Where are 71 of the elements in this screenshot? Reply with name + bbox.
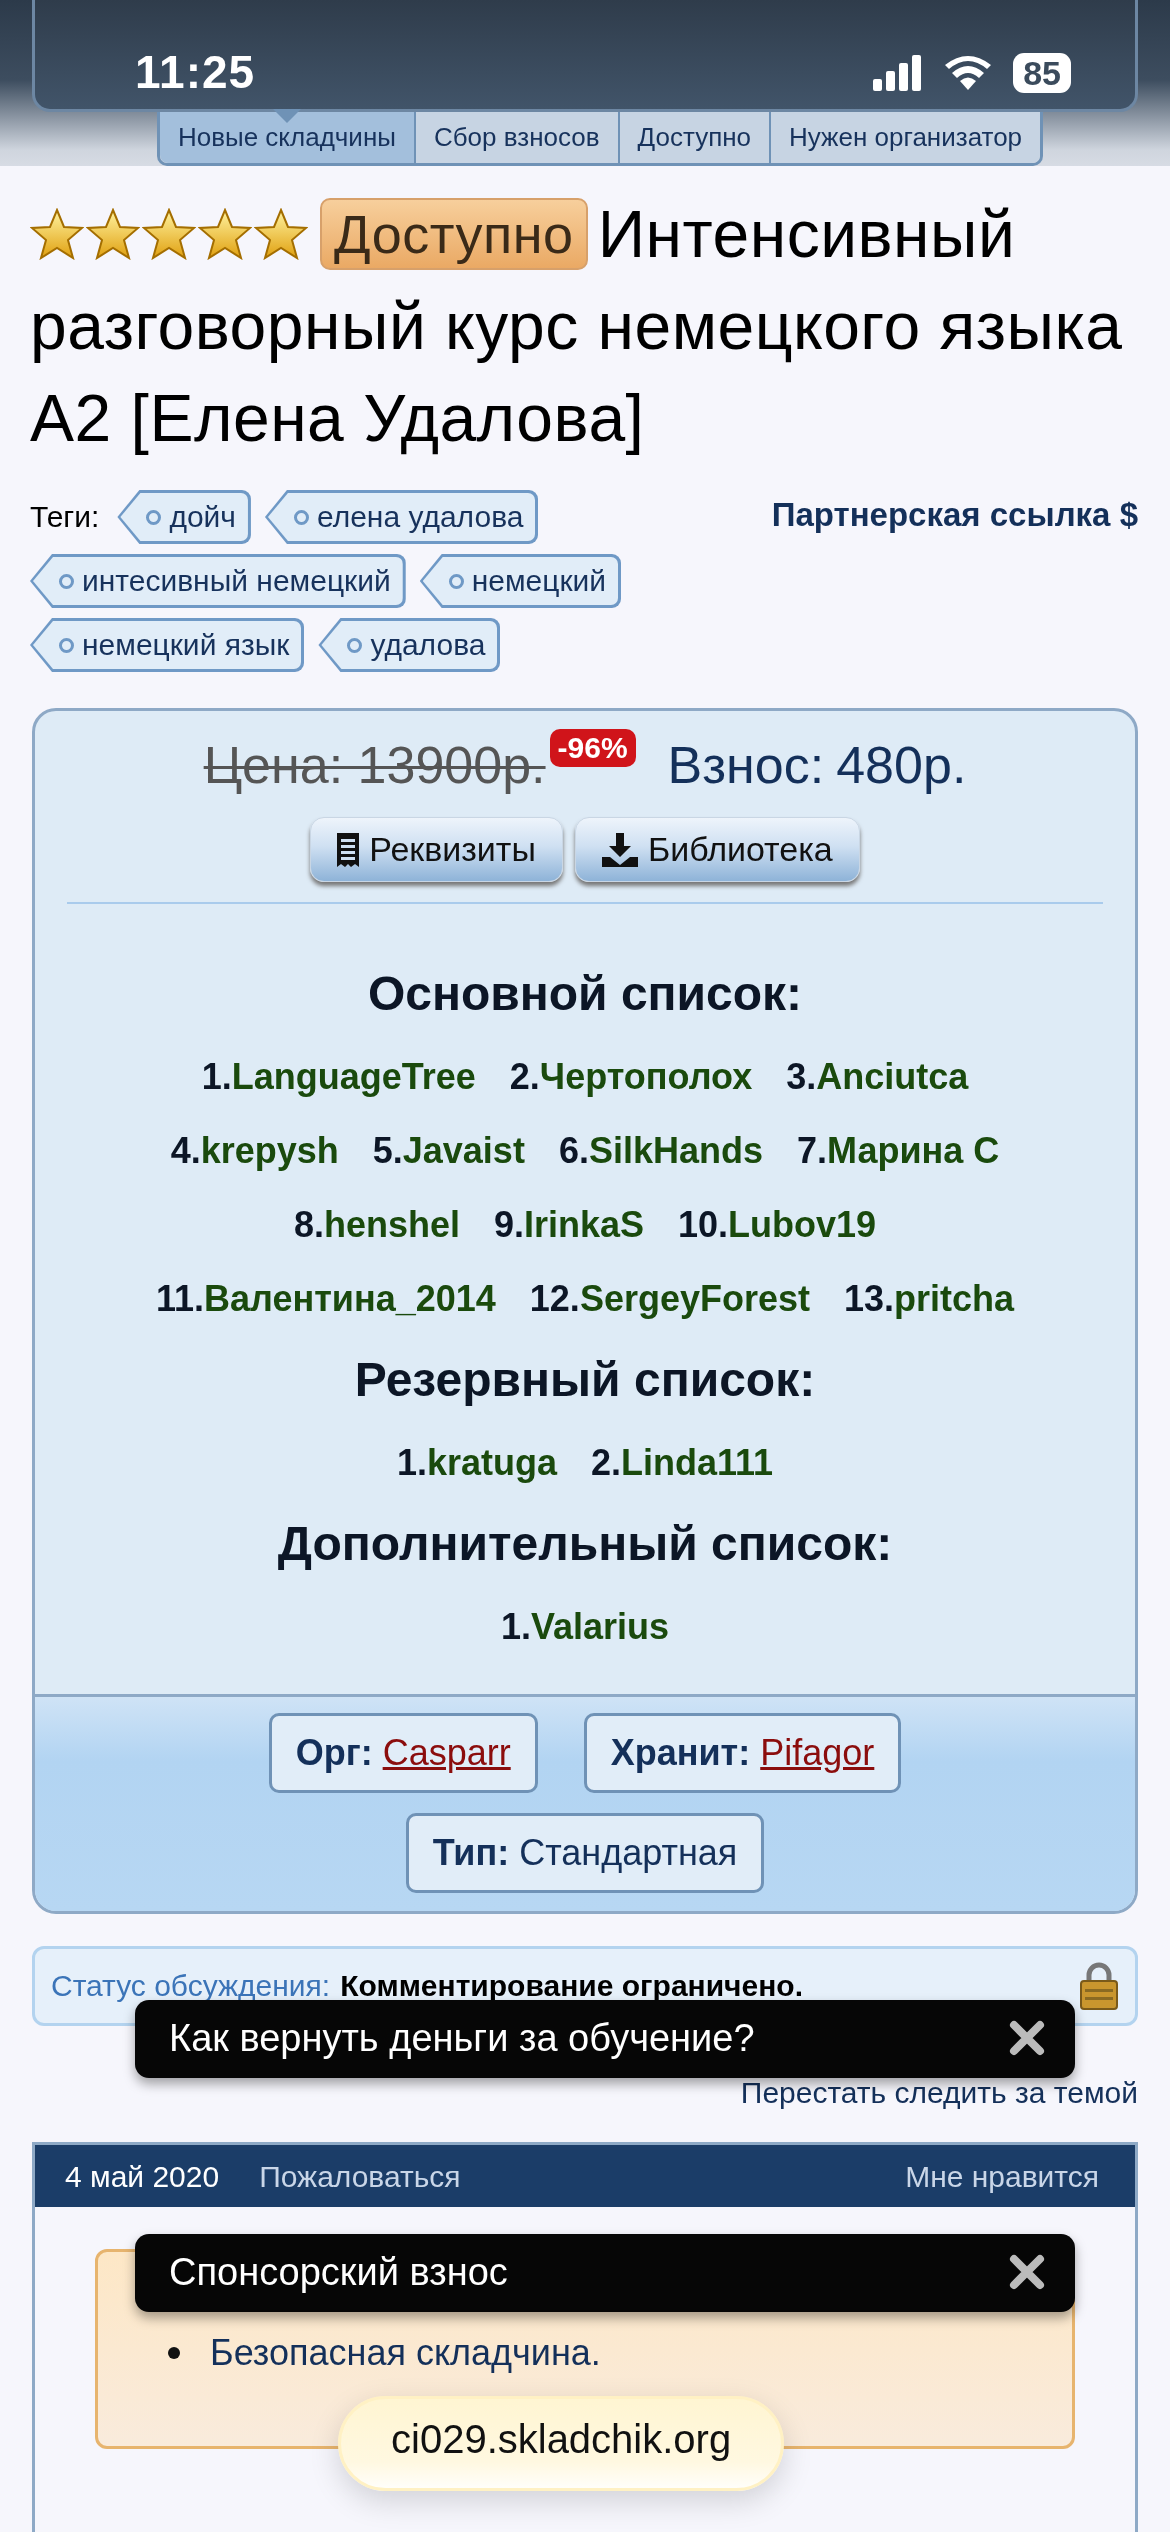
status-value: Комментирование ограничено.	[340, 1969, 804, 2003]
status-label: Статус обсуждения:	[51, 1969, 331, 2003]
contribution-label: Взнос:	[667, 735, 825, 795]
member-link[interactable]: 10.Lubov19	[678, 1204, 877, 1246]
member-link[interactable]: 2.Чертополох	[509, 1056, 753, 1098]
discount-badge: -96%	[549, 729, 636, 767]
address-bar[interactable]: ci029.skladchik.org	[338, 2396, 785, 2491]
member-link[interactable]: 7.Марина С	[797, 1130, 1000, 1172]
member-link[interactable]: 2.Linda111	[590, 1442, 774, 1484]
member-link[interactable]: 6.SilkHands	[558, 1130, 763, 1172]
details-button[interactable]: Реквизиты	[310, 817, 563, 882]
like-link[interactable]: Мне нравится	[905, 2159, 1099, 2195]
close-icon[interactable]	[1009, 2020, 1045, 2056]
type-value: Стандартная	[519, 1832, 738, 1873]
list-heading: Резервный список:	[353, 1352, 817, 1408]
toast-text: Спонсорский взнос	[169, 2250, 509, 2294]
star-icon	[142, 208, 196, 260]
tag[interactable]: удалова	[318, 618, 501, 672]
member-link[interactable]: 1.kratuga	[396, 1442, 557, 1484]
user-link[interactable]: Pifagor	[760, 1732, 875, 1773]
partner-link[interactable]: Партнерская ссылка $	[771, 490, 1138, 672]
contribution-amount: 480р.	[836, 735, 967, 795]
nav-tab[interactable]: Нужен организатор	[769, 112, 1041, 163]
close-icon[interactable]	[1009, 2254, 1045, 2290]
unwatch-link[interactable]: Перестать следить за темой	[32, 2076, 1138, 2110]
info-label: Орг:	[295, 1732, 373, 1773]
battery-indicator: 85	[1013, 53, 1071, 93]
old-price: Цена: 13900р.	[203, 735, 546, 795]
member-link[interactable]: 5.Javaist	[372, 1130, 525, 1172]
user-link[interactable]: Casparr	[382, 1732, 511, 1773]
member-link[interactable]: 9.IrinkaS	[493, 1204, 645, 1246]
star-icon	[198, 208, 252, 260]
star-icon	[254, 208, 308, 260]
tag[interactable]: елена удалова	[264, 490, 539, 544]
download-icon	[601, 832, 638, 867]
tag[interactable]: дойч	[117, 490, 251, 544]
member-link[interactable]: 12.SergeyForest	[529, 1278, 810, 1320]
member-link[interactable]: 8.henshel	[293, 1204, 460, 1246]
toast-text: Как вернуть деньги за обучение?	[169, 2016, 756, 2060]
nav-tab[interactable]: Доступно	[617, 112, 770, 163]
info-label: Хранит:	[610, 1732, 751, 1773]
nav-tab[interactable]: Сбор взносов	[413, 112, 618, 163]
tags-label: Теги:	[30, 500, 100, 534]
member-link[interactable]: 4.krepysh	[170, 1130, 339, 1172]
bullet-text: Безопасная складчина.	[210, 2332, 601, 2374]
member-link[interactable]: 3.Anciutca	[786, 1056, 969, 1098]
report-link[interactable]: Пожаловаться	[259, 2159, 461, 2195]
thread-title: разговорный курс немецкого языка A2 [Елена Удалова]	[30, 288, 1124, 457]
list-heading: Основной список:	[366, 966, 804, 1022]
member-link[interactable]: 1.Valarius	[500, 1606, 670, 1648]
status-label: Доступно	[320, 198, 588, 270]
signal-icon	[873, 55, 924, 91]
time-text: 11:25	[135, 45, 256, 99]
member-link[interactable]: 11.Валентина_2014	[155, 1278, 496, 1320]
star-icon	[86, 208, 140, 260]
info-label: Тип:	[432, 1832, 510, 1873]
receipt-icon	[337, 832, 360, 867]
tag[interactable]: немецкий	[419, 554, 622, 608]
star-icon	[30, 208, 84, 260]
wifi-icon	[945, 56, 992, 90]
post-date: 4 май 2020	[65, 2159, 220, 2195]
member-link[interactable]: 1.LanguageTree	[201, 1056, 476, 1098]
bullet-dot	[168, 2347, 180, 2359]
tag[interactable]: интесивный немецкий	[30, 554, 406, 608]
nav-tab[interactable]: Новые складчины	[159, 112, 414, 163]
list-heading: Дополнительный список:	[276, 1516, 894, 1572]
tag[interactable]: немецкий язык	[30, 618, 305, 672]
library-button[interactable]: Библиотека	[574, 817, 860, 882]
member-link[interactable]: 13.pritcha	[844, 1278, 1015, 1320]
thread-title: Интенсивный	[597, 196, 1016, 273]
lock-icon	[1079, 1961, 1119, 2011]
